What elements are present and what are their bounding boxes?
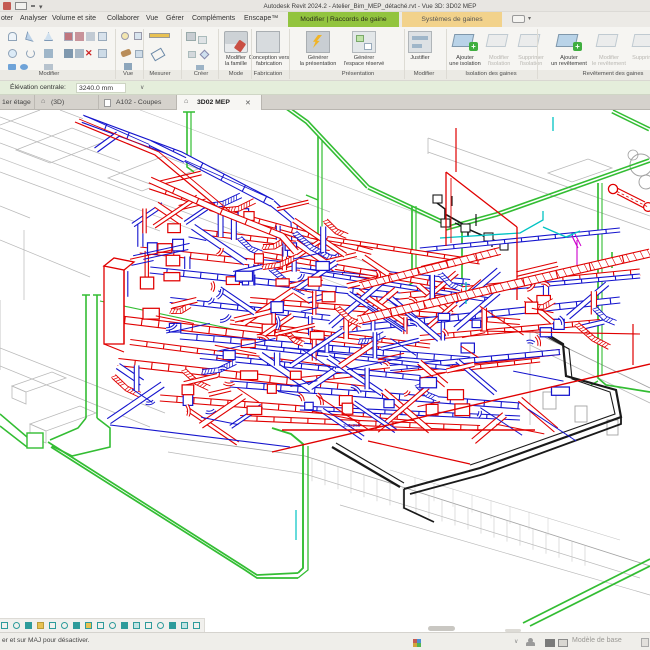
svg-text:300x250: 300x250: [343, 423, 361, 428]
